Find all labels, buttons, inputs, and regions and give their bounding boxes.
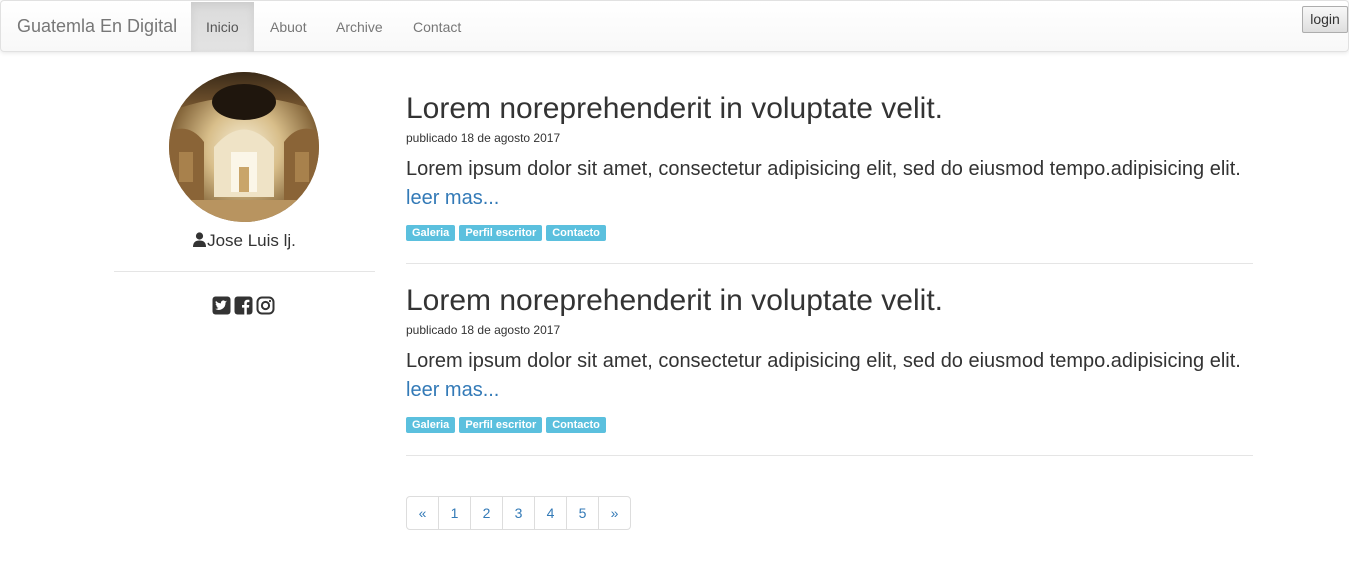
page-prev[interactable]: «: [406, 496, 439, 530]
nav-item-contact[interactable]: Contact: [398, 2, 476, 52]
post-body: Lorem ipsum dolor sit amet, consectetur …: [406, 155, 1253, 213]
top-navbar: Guatemla En Digital Inicio Abuot Archive…: [0, 0, 1349, 52]
page-1[interactable]: 1: [438, 496, 471, 530]
login-button[interactable]: login: [1302, 6, 1348, 33]
nav-item-archive[interactable]: Archive: [321, 2, 398, 52]
read-more-link[interactable]: leer mas...: [406, 379, 499, 401]
instagram-icon[interactable]: [256, 296, 275, 315]
tag-perfil-escritor[interactable]: Perfil escritor: [459, 417, 543, 433]
avatar: [169, 72, 319, 222]
post-title[interactable]: Lorem noreprehenderit in voluptate velit…: [406, 92, 1253, 126]
tag-galeria[interactable]: Galeria: [406, 225, 456, 241]
post-divider: [406, 263, 1253, 264]
twitter-icon[interactable]: [212, 296, 231, 315]
author-name-row: Jose Luis lj.: [114, 231, 375, 251]
nav-item-inicio[interactable]: Inicio: [191, 2, 254, 52]
brand-link[interactable]: Guatemla En Digital: [17, 16, 177, 37]
read-more-link[interactable]: leer mas...: [406, 187, 499, 209]
author-name: Jose Luis lj.: [207, 231, 296, 250]
post-2: Lorem noreprehenderit in voluptate velit…: [406, 284, 1253, 433]
pagination: « 1 2 3 4 5 »: [406, 496, 631, 530]
post-title[interactable]: Lorem noreprehenderit in voluptate velit…: [406, 284, 1253, 318]
post-tags: Galeria Perfil escritor Contacto: [406, 225, 1253, 241]
tag-contacto[interactable]: Contacto: [546, 225, 606, 241]
post-tags: Galeria Perfil escritor Contacto: [406, 417, 1253, 433]
tag-perfil-escritor[interactable]: Perfil escritor: [459, 225, 543, 241]
nav-item-abuot[interactable]: Abuot: [255, 2, 322, 52]
post-excerpt: Lorem ipsum dolor sit amet, consectetur …: [406, 158, 1241, 180]
tag-galeria[interactable]: Galeria: [406, 417, 456, 433]
post-date: publicado 18 de agosto 2017: [406, 323, 561, 337]
page-4[interactable]: 4: [534, 496, 567, 530]
post-date: publicado 18 de agosto 2017: [406, 131, 561, 145]
social-links: [212, 296, 275, 316]
user-icon: [193, 232, 207, 247]
post-1: Lorem noreprehenderit in voluptate velit…: [406, 92, 1253, 241]
page-2[interactable]: 2: [470, 496, 503, 530]
page-5[interactable]: 5: [566, 496, 599, 530]
post-excerpt: Lorem ipsum dolor sit amet, consectetur …: [406, 350, 1241, 372]
sidebar-divider: [114, 271, 375, 272]
tag-contacto[interactable]: Contacto: [546, 417, 606, 433]
page-3[interactable]: 3: [502, 496, 535, 530]
post-body: Lorem ipsum dolor sit amet, consectetur …: [406, 347, 1253, 405]
post-divider: [406, 455, 1253, 456]
page-next[interactable]: »: [598, 496, 631, 530]
facebook-icon[interactable]: [234, 296, 253, 315]
